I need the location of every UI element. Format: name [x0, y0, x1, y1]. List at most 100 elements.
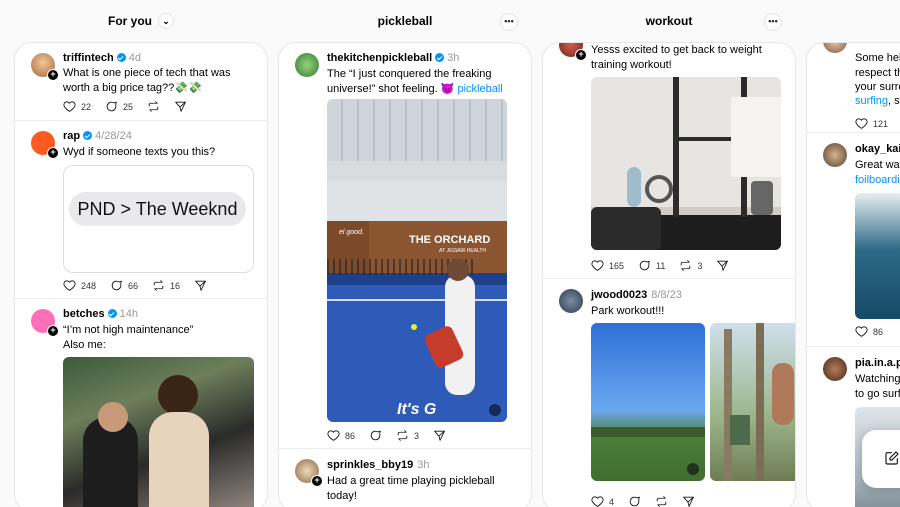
post-video[interactable]: el good. THE ORCHARD AT JIGSAW HEALTH It…: [327, 99, 507, 422]
repost-count: 3: [414, 430, 420, 441]
username[interactable]: sprinkles_bby19: [327, 459, 413, 471]
venue-sign-sub: AT JIGSAW HEALTH: [439, 248, 487, 254]
post-text-tag-line: surfing, sw: [855, 94, 900, 109]
share-button[interactable]: [716, 259, 729, 272]
repost-button[interactable]: 16: [152, 279, 180, 292]
follow-plus-icon[interactable]: +: [575, 49, 587, 61]
timestamp: 4/28/24: [95, 130, 132, 142]
post-text: The “I just conquered the freaking unive…: [327, 67, 527, 96]
mute-icon[interactable]: [489, 404, 501, 416]
venue-sign: THE ORCHARD: [409, 234, 491, 246]
like-count: 86: [345, 430, 356, 441]
topic-tag[interactable]: surfing: [855, 95, 888, 107]
avatar[interactable]: [823, 357, 847, 381]
share-button[interactable]: [682, 495, 695, 507]
more-icon[interactable]: •••: [764, 13, 782, 31]
username[interactable]: jwood0023: [591, 289, 647, 301]
post-text-tag-line: foilboardin: [855, 173, 900, 188]
court-text: It's G: [397, 401, 437, 418]
post-image[interactable]: [855, 193, 900, 319]
post-text: What is one piece of tech that was worth…: [63, 67, 231, 94]
like-button[interactable]: 121: [855, 117, 888, 130]
heart-icon: [63, 280, 76, 291]
column-header-pickleball: pickleball •••: [278, 0, 532, 42]
timestamp: 3h: [447, 52, 460, 64]
like-button[interactable]: 86: [327, 429, 355, 442]
avatar[interactable]: [823, 43, 847, 53]
avatar[interactable]: +: [559, 43, 587, 61]
compose-button[interactable]: [862, 430, 900, 488]
reply-button[interactable]: 66: [110, 279, 138, 292]
follow-plus-icon[interactable]: +: [47, 69, 59, 81]
column-for-you: + triffintech 4d What is one piece of tec…: [14, 42, 268, 507]
post[interactable]: okay_kaido Great wav foilboardin 86: [807, 133, 900, 347]
like-button[interactable]: 248: [63, 279, 96, 292]
post-image[interactable]: [591, 77, 781, 250]
avatar[interactable]: +: [295, 459, 323, 487]
avatar[interactable]: +: [31, 53, 59, 81]
post-image[interactable]: [710, 323, 795, 481]
reply-button[interactable]: 25: [105, 100, 133, 113]
avatar[interactable]: +: [31, 309, 59, 337]
share-button[interactable]: [194, 279, 207, 292]
post-image[interactable]: PND > The Weeknd: [63, 165, 254, 273]
like-count: 4: [609, 496, 615, 507]
username[interactable]: rap: [63, 130, 80, 142]
send-icon: [683, 496, 694, 507]
threads-feed: For you ⌄ pickleball ••• workout ••• + t…: [0, 0, 900, 507]
topic-tag[interactable]: foilboardin: [855, 174, 900, 186]
like-button[interactable]: 86: [855, 325, 883, 338]
share-button[interactable]: [174, 100, 187, 113]
column-header-workout: workout •••: [542, 0, 796, 42]
post[interactable]: jwood0023 8/8/23 Park workout!!! 4: [543, 279, 795, 507]
post[interactable]: + sprinkles_bby19 3h Had a great time pla…: [279, 449, 531, 507]
like-count: 86: [873, 326, 884, 337]
like-button[interactable]: 22: [63, 100, 91, 113]
reply-button[interactable]: [369, 429, 382, 442]
reply-button[interactable]: [628, 495, 641, 507]
compose-icon: [885, 451, 899, 465]
follow-plus-icon[interactable]: +: [47, 325, 59, 337]
topic-tag[interactable]: pickleball: [457, 83, 502, 95]
like-count: 165: [609, 260, 625, 271]
repost-button[interactable]: 3: [679, 259, 702, 272]
heart-icon: [591, 260, 604, 271]
username[interactable]: okay_kaido: [855, 143, 900, 155]
username[interactable]: thekitchenpickleball: [327, 52, 432, 64]
post[interactable]: + betches 14h “I’m not high maintenance” …: [15, 299, 267, 507]
avatar[interactable]: [295, 53, 319, 77]
post[interactable]: + Yesss excited to get back to weight tr…: [543, 43, 795, 279]
username[interactable]: triffintech: [63, 52, 114, 64]
post[interactable]: + rap 4/28/24 Wyd if someone texts you th…: [15, 121, 267, 299]
follow-plus-icon[interactable]: +: [311, 475, 323, 487]
send-icon: [175, 101, 186, 112]
avatar[interactable]: [559, 289, 583, 313]
repost-button[interactable]: 3: [396, 429, 419, 442]
avatar[interactable]: [823, 143, 847, 167]
repost-button[interactable]: [147, 100, 160, 113]
like-count: 248: [81, 280, 97, 291]
follow-plus-icon[interactable]: +: [47, 147, 59, 159]
share-button[interactable]: [433, 429, 446, 442]
post-image[interactable]: [63, 357, 254, 507]
post-image[interactable]: [591, 323, 705, 481]
column-header-for-you: For you ⌄: [14, 0, 268, 42]
comment-icon: [629, 496, 640, 507]
chevron-down-icon[interactable]: ⌄: [158, 13, 174, 29]
post-text: “I’m not high maintenance” Also me:: [63, 324, 194, 351]
timestamp: 3h: [417, 459, 430, 471]
like-button[interactable]: 165: [591, 259, 624, 272]
more-icon[interactable]: •••: [500, 13, 518, 31]
avatar[interactable]: +: [31, 131, 59, 159]
post[interactable]: thekitchenpickleball 3h The “I just conqu…: [279, 43, 531, 449]
column-pickleball: thekitchenpickleball 3h The “I just conqu…: [278, 42, 532, 507]
username[interactable]: betches: [63, 308, 105, 320]
heart-icon: [855, 118, 868, 129]
username[interactable]: pia.in.a.po: [855, 357, 900, 369]
repost-button[interactable]: [655, 495, 668, 507]
post[interactable]: liam_bean Some help respect th your surr…: [807, 43, 900, 133]
post[interactable]: + triffintech 4d What is one piece of tec…: [15, 43, 267, 121]
reply-button[interactable]: 11: [638, 259, 665, 272]
like-button[interactable]: 4: [591, 495, 614, 507]
mute-icon[interactable]: [687, 463, 699, 475]
